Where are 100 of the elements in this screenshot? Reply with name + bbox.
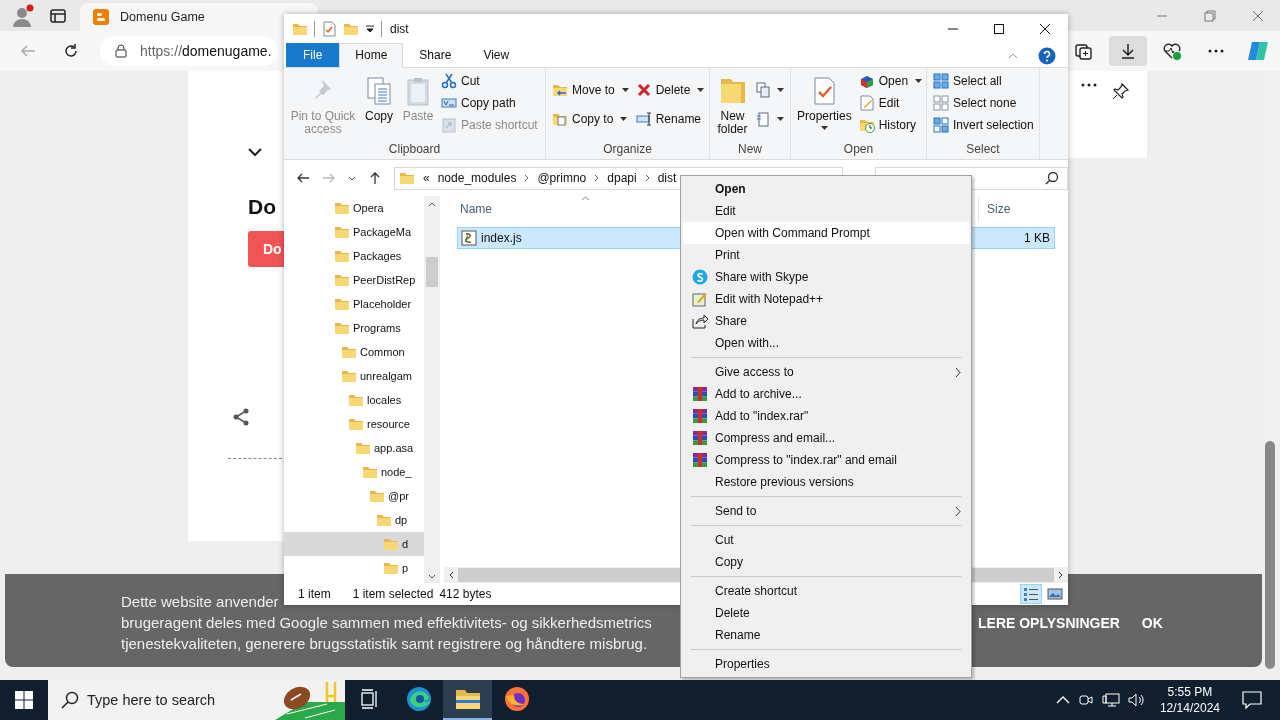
move-to-icon	[552, 82, 568, 98]
ribbon-tab[interactable]: View	[467, 43, 526, 67]
search-field[interactable]: Type here to search	[87, 692, 247, 708]
details-view-icon	[1023, 587, 1039, 601]
ribbon-button[interactable]: Invert selection	[930, 114, 1037, 136]
tree-item[interactable]: Opera	[284, 196, 425, 220]
profile-icon[interactable]	[10, 3, 34, 28]
menu-item[interactable]: Edit	[683, 200, 969, 222]
ribbon-tab[interactable]: Share	[403, 43, 468, 67]
ok-button[interactable]: OK	[1141, 615, 1163, 631]
menu-item[interactable]: Delete	[683, 602, 969, 624]
menu-item[interactable]: Give access to	[683, 361, 969, 383]
dropdown-icon[interactable]	[365, 24, 375, 34]
menu-item[interactable]: Copy	[683, 551, 969, 573]
volume-icon[interactable]	[1127, 692, 1146, 708]
properties-icon[interactable]	[321, 21, 337, 37]
breadcrumb-item[interactable]: node_modules	[437, 171, 517, 185]
menu-item[interactable]: Create shortcut	[683, 580, 969, 602]
menu-item[interactable]: Share	[683, 310, 969, 332]
ribbon-button[interactable]: Open	[855, 70, 926, 92]
tree-item[interactable]: @pr	[284, 484, 425, 508]
network-icon[interactable]	[1101, 692, 1120, 708]
details-view-button[interactable]	[1020, 584, 1042, 604]
ribbon-button[interactable]: Copy to	[549, 108, 632, 130]
menu-item[interactable]: Cut	[683, 529, 969, 551]
tree-item[interactable]: node_	[284, 460, 425, 484]
clock[interactable]: 5:55 PM 12/14/2024	[1159, 684, 1220, 716]
menu-item[interactable]: Restore previous versions	[683, 471, 969, 493]
notification-icon[interactable]	[1242, 691, 1262, 709]
document-icon	[756, 111, 770, 127]
copilot-icon[interactable]	[1246, 39, 1270, 63]
tree-item[interactable]: unrealgam	[284, 364, 425, 388]
menu-item[interactable]: Compress and email...	[683, 427, 969, 449]
ribbon-button[interactable]: Copy	[360, 70, 398, 123]
menu-item[interactable]: Add to archive...	[683, 383, 969, 405]
column-header[interactable]: Size	[978, 196, 1058, 222]
menu-item[interactable]: Share with Skype	[683, 266, 969, 288]
tab-actions-icon[interactable]	[50, 7, 66, 24]
scrollbar[interactable]	[424, 196, 439, 583]
download-button[interactable]	[1109, 36, 1147, 66]
menu-item[interactable]: Properties	[683, 653, 969, 675]
pin-icon[interactable]	[1112, 82, 1130, 100]
ribbon-button[interactable]: Edit	[855, 92, 926, 114]
collections-icon[interactable]	[1074, 41, 1094, 61]
scroll-thumb[interactable]	[1265, 441, 1275, 669]
chevron-down-icon[interactable]	[348, 175, 356, 181]
ribbon-button[interactable]: Select all	[930, 70, 1037, 92]
menu-item[interactable]: Open with...	[683, 332, 969, 354]
column-header[interactable]: Name	[460, 202, 492, 216]
tree-item[interactable]: p	[284, 556, 425, 580]
share-icon[interactable]	[232, 408, 250, 426]
help-icon[interactable]	[1038, 46, 1056, 65]
tree-item[interactable]: dp	[284, 508, 425, 532]
ribbon-button[interactable]: Cut	[438, 70, 541, 92]
more-icon[interactable]	[1080, 82, 1098, 88]
ribbon-button[interactable]: Copy path	[438, 92, 541, 114]
ribbon-button[interactable]: Select none	[930, 92, 1037, 114]
breadcrumb-item[interactable]: @primno	[537, 171, 587, 185]
restore-icon[interactable]	[1204, 9, 1216, 22]
breadcrumb-item[interactable]: dist	[657, 171, 677, 185]
tree-item[interactable]: PeerDistRep	[284, 268, 425, 292]
taskbar-button[interactable]	[443, 680, 492, 720]
up-icon[interactable]	[368, 171, 382, 185]
ribbon-button[interactable]: History	[855, 114, 926, 136]
tree-item[interactable]: locales	[284, 388, 425, 412]
menu-item[interactable]: Print	[683, 244, 969, 266]
tree-item[interactable]: Programs	[284, 316, 425, 340]
ribbon-button[interactable]: Move to	[549, 79, 632, 101]
menu-item[interactable]: Compress to "index.rar" and email	[683, 449, 969, 471]
ribbon-tab[interactable]: Home	[339, 43, 404, 68]
menu-item[interactable]: Add to "index.rar"	[683, 405, 969, 427]
tree-item[interactable]: app.asa	[284, 436, 425, 460]
back-icon[interactable]	[296, 171, 310, 185]
ribbon-button[interactable]: Properties	[794, 70, 855, 130]
tree-item[interactable]: resource	[284, 412, 425, 436]
tree-item[interactable]: d	[284, 532, 425, 556]
tree-item[interactable]: Placeholder	[284, 292, 425, 316]
menu-item[interactable]: Open with Command Prompt	[683, 222, 969, 244]
tree-item[interactable]: Common	[284, 340, 425, 364]
address-field[interactable]: https://domenugame.	[100, 36, 278, 66]
refresh-icon[interactable]	[63, 43, 79, 59]
browser-tab[interactable]: Domenu Game	[80, 3, 318, 31]
chevron-down-icon	[427, 574, 436, 579]
menu-item[interactable]: Send to	[683, 500, 969, 522]
breadcrumb-item[interactable]: dpapi	[607, 171, 637, 185]
ribbon-button[interactable]: New folder	[713, 70, 752, 136]
ribbon-button[interactable]: Delete	[632, 79, 708, 101]
status-text: 1 item selected	[352, 587, 434, 601]
close-icon[interactable]	[1252, 9, 1264, 22]
ribbon-button[interactable]: Rename	[632, 108, 708, 130]
ribbon-button[interactable]	[753, 79, 787, 101]
chevron-down-icon[interactable]	[248, 148, 262, 157]
meet-icon[interactable]	[1077, 692, 1094, 708]
more-info-link[interactable]: LERE OPLYSNINGER	[978, 615, 1120, 631]
menu-item[interactable]: Rename	[683, 624, 969, 646]
ribbon-tab[interactable]: File	[286, 43, 340, 67]
scroll-thumb[interactable]	[425, 257, 438, 287]
folder-icon	[334, 248, 350, 264]
menu-item[interactable]: Edit with Notepad++	[683, 288, 969, 310]
health-icon[interactable]	[1162, 41, 1182, 61]
